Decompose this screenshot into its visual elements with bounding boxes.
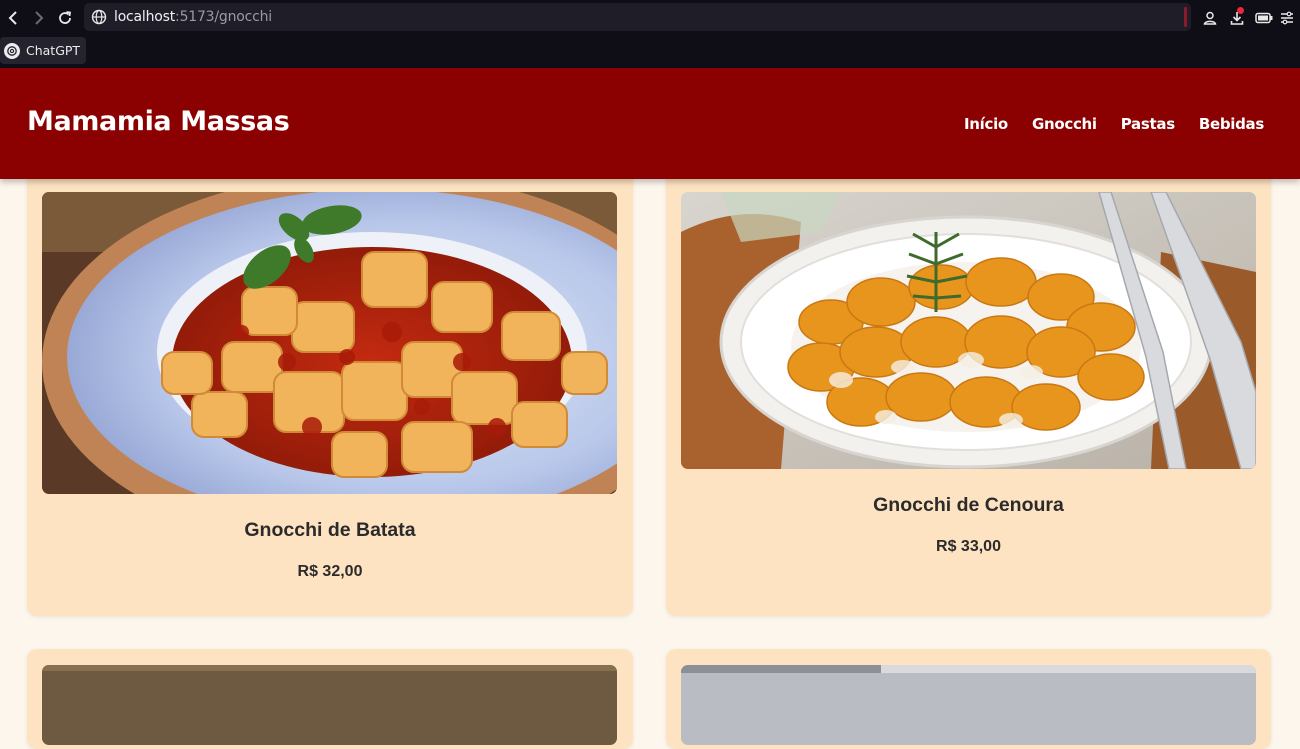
bookmark-chatgpt[interactable]: ChatGPT <box>0 37 87 64</box>
product-price: R$ 32,00 <box>297 563 363 580</box>
menu-icon[interactable] <box>1277 0 1297 35</box>
product-card[interactable] <box>666 649 1271 749</box>
url-text: localhost:5173/gnocchi <box>114 9 272 25</box>
product-image <box>42 665 617 745</box>
product-card[interactable]: Gnocchi de Cenoura R$ 33,00 <box>666 168 1271 616</box>
address-bar[interactable]: localhost:5173/gnocchi <box>84 3 1191 31</box>
address-indicator <box>1184 7 1187 27</box>
main-nav: Início Gnocchi Pastas Bebidas <box>964 115 1288 133</box>
reload-icon[interactable] <box>52 0 78 35</box>
toolbar-icons <box>1196 0 1297 35</box>
chatgpt-icon <box>4 42 20 59</box>
battery-icon[interactable] <box>1250 0 1277 35</box>
globe-icon <box>84 9 114 25</box>
nav-link-inicio[interactable]: Início <box>964 115 1008 133</box>
back-icon[interactable] <box>0 0 26 35</box>
product-image-gnocchi-batata <box>42 192 617 494</box>
nav-link-pastas[interactable]: Pastas <box>1121 115 1175 133</box>
product-price: R$ 33,00 <box>936 538 1001 555</box>
browser-toolbar: localhost:5173/gnocchi <box>0 0 1300 35</box>
profile-icon[interactable] <box>1196 0 1223 35</box>
forward-icon[interactable] <box>26 0 52 35</box>
product-card[interactable] <box>27 649 633 749</box>
product-title: Gnocchi de Cenoura <box>873 494 1064 516</box>
product-image-gnocchi-cenoura <box>681 192 1256 469</box>
download-icon[interactable] <box>1223 0 1250 35</box>
product-image <box>681 665 1256 745</box>
product-card[interactable]: Gnocchi de Batata R$ 32,00 <box>27 168 633 616</box>
product-title: Gnocchi de Batata <box>244 519 416 541</box>
url-path: :5173/gnocchi <box>175 9 272 25</box>
bookmarks-bar: ChatGPT <box>0 35 1300 68</box>
nav-link-bebidas[interactable]: Bebidas <box>1199 115 1264 133</box>
site-header: Mamamia Massas Início Gnocchi Pastas Beb… <box>0 68 1300 179</box>
site-logo[interactable]: Mamamia Massas <box>27 106 290 137</box>
url-host: localhost <box>114 9 176 25</box>
nav-link-gnocchi[interactable]: Gnocchi <box>1032 115 1097 133</box>
download-badge <box>1237 7 1244 14</box>
bookmark-label: ChatGPT <box>26 43 81 58</box>
